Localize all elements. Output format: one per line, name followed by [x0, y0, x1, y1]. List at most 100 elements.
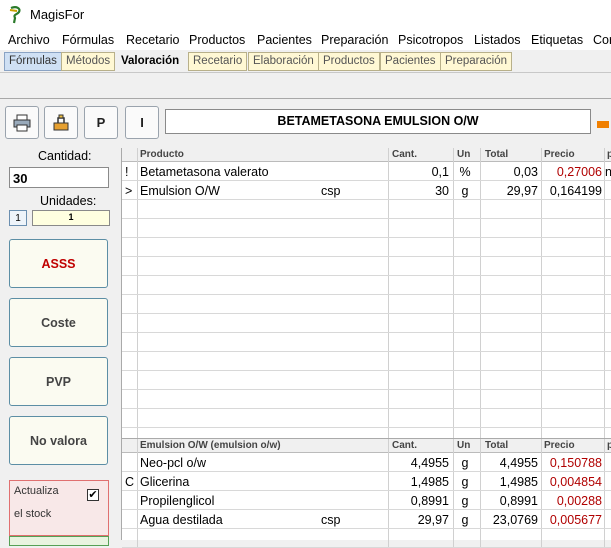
cell-cant: 0,8991 [410, 494, 449, 508]
table-row[interactable] [122, 314, 611, 333]
table-row[interactable] [122, 238, 611, 257]
green-button[interactable] [9, 536, 109, 546]
subcol-p: p [607, 440, 611, 451]
cell-extra: csp [321, 513, 341, 527]
table-row[interactable] [122, 529, 611, 548]
menu-formulas[interactable]: Fórmulas [62, 33, 114, 47]
menu-preparacion[interactable]: Preparación [321, 33, 388, 47]
tab-productos[interactable]: Productos [318, 52, 380, 71]
cantidad-input[interactable]: 30 [9, 167, 109, 188]
weigh-button[interactable] [44, 106, 78, 139]
table-row[interactable] [122, 276, 611, 295]
tab-elaboracion[interactable]: Elaboración [248, 52, 319, 71]
print-button[interactable] [5, 106, 39, 139]
table-row[interactable] [122, 257, 611, 276]
subgrid-header: Emulsion O/W (emulsion o/w) Cant. Un Tot… [122, 439, 611, 453]
tab-recetario[interactable]: Recetario [188, 52, 248, 71]
table-row[interactable]: Propilenglicol 0,8991 g 0,8991 0,00288 [122, 491, 611, 510]
menu-pacientes[interactable]: Pacientes [257, 33, 312, 47]
ingredients-grid: Producto Cant. Un Total Precio p ! Betame… [121, 148, 611, 447]
app-logo-icon [9, 6, 21, 24]
cell-p: n [605, 165, 611, 179]
cell-producto: Emulsion O/W [140, 184, 220, 198]
menu-bar: Archivo Fórmulas Recetario Productos Pac… [0, 30, 611, 50]
tab-metodos[interactable]: Métodos [61, 52, 116, 71]
menu-productos[interactable]: Productos [189, 33, 245, 47]
tab-strip: Fórmulas Métodos Valoración Recetario El… [0, 52, 611, 72]
update-stock-checkbox[interactable]: ✔ [87, 489, 99, 501]
menu-etiquetas[interactable]: Etiquetas [531, 33, 583, 47]
cell-producto: Neo-pcl o/w [140, 456, 206, 470]
table-row[interactable]: C Glicerina 1,4985 g 1,4985 0,004854 [122, 472, 611, 491]
i-button[interactable]: I [125, 106, 159, 139]
unidades-input[interactable]: 1 [32, 210, 110, 226]
pvp-button[interactable]: PVP [9, 357, 108, 406]
cell-mark: C [125, 475, 135, 489]
subcol-un: Un [457, 440, 471, 451]
table-row[interactable] [122, 295, 611, 314]
table-row[interactable] [122, 333, 611, 352]
menu-archivo[interactable]: Archivo [8, 33, 50, 47]
cell-un: g [461, 456, 469, 470]
toolbar-separator [0, 98, 611, 99]
scale-icon [53, 114, 69, 130]
subformula-grid: Emulsion O/W (emulsion o/w) Cant. Un Tot… [121, 438, 611, 548]
unidades-label: Unidades: [40, 194, 97, 208]
tab-valoracion[interactable]: Valoración [116, 52, 185, 72]
cell-cant: 0,1 [431, 165, 449, 179]
title-bar: MagisFor [0, 0, 611, 30]
cell-precio: 0,27006 [556, 165, 602, 179]
cell-producto: Glicerina [140, 475, 190, 489]
cell-total: 1,4985 [499, 475, 538, 489]
cell-total: 4,4955 [499, 456, 538, 470]
tab-separator [0, 72, 611, 73]
cell-total: 0,03 [513, 165, 538, 179]
menu-cor[interactable]: Cor [593, 33, 611, 47]
cell-precio: 0,150788 [549, 456, 602, 470]
table-row[interactable] [122, 371, 611, 390]
cell-mark: > [125, 184, 133, 198]
table-row[interactable] [122, 352, 611, 371]
printer-icon [13, 114, 31, 131]
table-row[interactable] [122, 390, 611, 409]
table-row[interactable] [122, 219, 611, 238]
window-title: MagisFor [30, 7, 85, 22]
subcol-cant: Cant. [392, 440, 417, 451]
coste-button[interactable]: Coste [9, 298, 108, 347]
cell-cant: 1,4985 [410, 475, 449, 489]
subcol-total: Total [485, 440, 509, 451]
cell-producto: Betametasona valerato [140, 165, 269, 179]
no-valora-button[interactable]: No valora [9, 416, 108, 465]
cell-precio: 0,164199 [549, 184, 602, 198]
col-producto: Producto [140, 149, 184, 160]
table-row[interactable] [122, 409, 611, 428]
tab-formulas[interactable]: Fórmulas [4, 52, 62, 71]
unidades-spin-button[interactable]: 1 [9, 210, 27, 226]
tab-pacientes[interactable]: Pacientes [380, 52, 441, 71]
cell-un: g [461, 494, 469, 508]
table-row[interactable]: > Emulsion O/W csp 30 g 29,97 0,164199 [122, 181, 611, 200]
cell-un: g [461, 513, 469, 527]
col-precio: Precio [544, 149, 575, 160]
grid-header: Producto Cant. Un Total Precio p [122, 148, 611, 162]
menu-listados[interactable]: Listados [474, 33, 521, 47]
cell-total: 0,8991 [499, 494, 538, 508]
col-total: Total [485, 149, 509, 160]
asss-button[interactable]: ASSS [9, 239, 108, 288]
formula-name-field[interactable]: BETAMETASONA EMULSION O/W [165, 109, 591, 134]
table-row[interactable] [122, 200, 611, 219]
table-row[interactable]: ! Betametasona valerato 0,1% 0,03 0,27006 n [122, 162, 611, 181]
tab-preparacion[interactable]: Preparación [440, 52, 513, 71]
cell-un: g [461, 475, 469, 489]
col-cant: Cant. [392, 149, 417, 160]
cell-precio: 0,00288 [556, 494, 602, 508]
col-un: Un [457, 149, 471, 160]
cell-cant: 4,4955 [410, 456, 449, 470]
menu-recetario[interactable]: Recetario [126, 33, 180, 47]
p-button[interactable]: P [84, 106, 118, 139]
cell-total: 29,97 [506, 184, 538, 198]
table-row[interactable]: Agua destilada csp 29,97 g 23,0769 0,005677 [122, 510, 611, 529]
cell-un: g [461, 184, 469, 198]
menu-psicotropos[interactable]: Psicotropos [398, 33, 463, 47]
table-row[interactable]: Neo-pcl o/w 4,4955 g 4,4955 0,150788 [122, 453, 611, 472]
